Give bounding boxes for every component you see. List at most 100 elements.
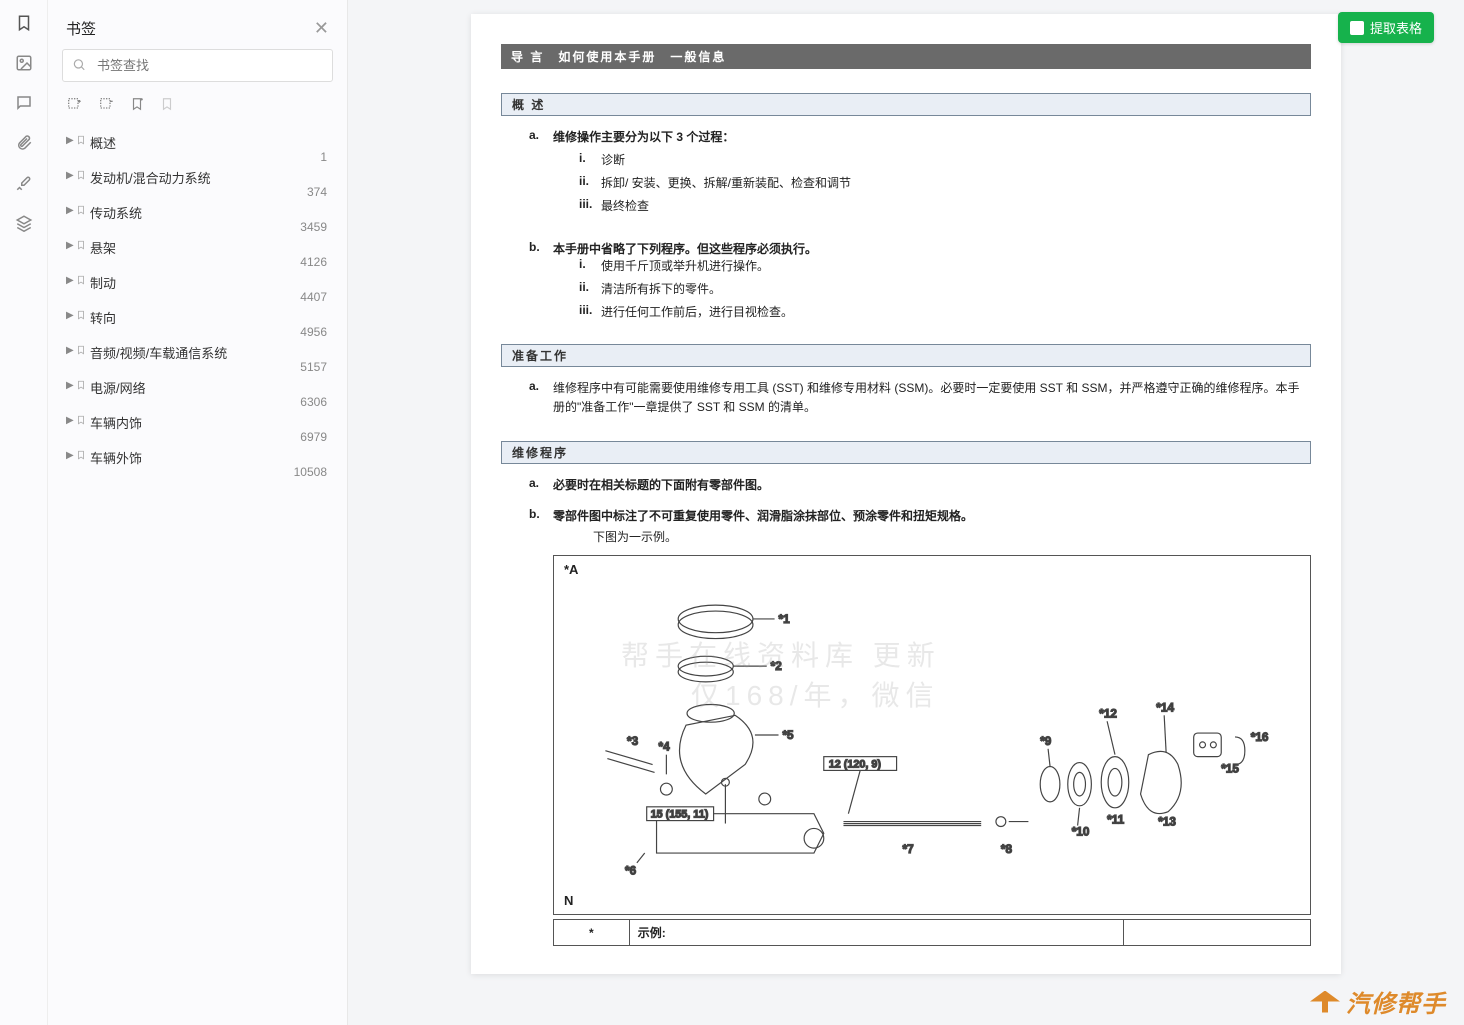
example-table: *示例: (553, 919, 1311, 946)
table-cell (1124, 920, 1311, 946)
bookmark-small-icon (76, 414, 86, 429)
bookmark-label: 发动机/混合动力系统 (90, 171, 211, 186)
image-icon[interactable] (13, 52, 35, 74)
svg-text:*7: *7 (902, 842, 914, 856)
bookmark-item[interactable]: ▶传动系统3459 (62, 195, 333, 230)
bookmark-outline-icon[interactable] (160, 96, 174, 115)
bookmark-item[interactable]: ▶概述1 (62, 125, 333, 160)
section-preparation: 准备工作 (501, 344, 1311, 367)
caret-icon: ▶ (66, 205, 74, 216)
text-prep-a: 维修程序中有可能需要使用维修专用工具 (SST) 和维修专用材料 (SSM)。必… (553, 381, 1299, 414)
bookmark-small-icon (76, 274, 86, 289)
diagram-label-a: *A (564, 562, 578, 577)
table-icon (1350, 21, 1364, 35)
diagram-label-n: N (564, 893, 573, 908)
page-title-bar: 导 言 如何使用本手册 一般信息 (501, 44, 1311, 69)
svg-text:*9: *9 (1040, 734, 1052, 748)
svg-text:*5: *5 (782, 728, 794, 742)
bookmark-small-icon (76, 379, 86, 394)
caret-icon: ▶ (66, 240, 74, 251)
svg-text:*10: *10 (1072, 825, 1090, 839)
text-b1-iii: 进行任何工作前后，进行目视检查。 (601, 305, 793, 319)
bookmark-item[interactable]: ▶发动机/混合动力系统374 (62, 160, 333, 195)
search-icon (72, 57, 86, 74)
bookmark-item[interactable]: ▶电源/网络6306 (62, 370, 333, 405)
bookmark-item[interactable]: ▶制动4407 (62, 265, 333, 300)
caret-icon: ▶ (66, 380, 74, 391)
bookmark-plus-icon[interactable] (130, 96, 144, 115)
svg-text:*4: *4 (659, 740, 671, 754)
bookmark-small-icon (76, 309, 86, 324)
section-overview: 概 述 (501, 93, 1311, 116)
bookmark-label: 音频/视频/车载通信系统 (90, 346, 227, 361)
svg-text:*1: *1 (779, 612, 791, 626)
svg-text:12 (120, 9): 12 (120, 9) (829, 759, 882, 771)
add-bookmark-icon[interactable] (66, 96, 82, 115)
bookmark-small-icon (76, 204, 86, 219)
bookmark-item[interactable]: ▶音频/视频/车载通信系统5157 (62, 335, 333, 370)
svg-text:*16: *16 (1251, 730, 1269, 744)
bookmark-label: 车辆内饰 (90, 416, 142, 431)
remove-bookmark-icon[interactable] (98, 96, 114, 115)
bookmark-label: 转向 (90, 311, 116, 326)
svg-text:*12: *12 (1099, 707, 1117, 721)
bookmarks-sidebar: 书签 ✕ ▶概述1▶发动机/混合动力系统374▶传动系统3459▶悬架4126▶… (48, 0, 348, 1025)
parts-diagram: *A *1 *2 *4 *3 *5 (553, 555, 1311, 915)
exploded-view-svg: *1 *2 *4 *3 *5 *6 (568, 566, 1296, 904)
bookmark-toolbar (48, 92, 347, 125)
svg-text:*3: *3 (627, 734, 639, 748)
caret-icon: ▶ (66, 345, 74, 356)
layers-icon[interactable] (13, 212, 35, 234)
bookmark-small-icon (76, 239, 86, 254)
extract-table-button[interactable]: 提取表格 (1338, 12, 1434, 43)
attachment-icon[interactable] (13, 132, 35, 154)
bookmark-small-icon (76, 344, 86, 359)
text-b1-i: 使用千斤顶或举升机进行操作。 (601, 259, 769, 273)
text-a1-ii: 拆卸/ 安装、更换、拆解/重新装配、检查和调节 (601, 176, 851, 190)
bookmark-label: 传动系统 (90, 206, 142, 221)
text-proc-b: 零部件图中标注了不可重复使用零件、润滑脂涂抹部位、预涂零件和扭矩规格。 (553, 509, 973, 523)
bookmark-search (62, 49, 333, 82)
svg-text:*6: *6 (625, 864, 637, 878)
bookmark-label: 悬架 (90, 241, 116, 256)
bookmark-label: 电源/网络 (90, 381, 146, 396)
bookmark-tree: ▶概述1▶发动机/混合动力系统374▶传动系统3459▶悬架4126▶制动440… (48, 125, 347, 1025)
svg-text:*15: *15 (1221, 762, 1239, 776)
bookmark-page: 10508 (294, 465, 327, 479)
caret-icon: ▶ (66, 310, 74, 321)
caret-icon: ▶ (66, 135, 74, 146)
caret-icon: ▶ (66, 415, 74, 426)
bookmark-item[interactable]: ▶车辆内饰6979 (62, 405, 333, 440)
icon-rail (0, 0, 48, 1025)
bookmark-label: 车辆外饰 (90, 451, 142, 466)
text-proc-a: 必要时在相关标题的下面附有零部件图。 (553, 478, 769, 492)
text-b1-ii: 清洁所有拆下的零件。 (601, 282, 721, 296)
svg-text:*2: *2 (771, 659, 783, 673)
svg-text:*8: *8 (1001, 842, 1013, 856)
text-a1-i: 诊断 (601, 153, 625, 167)
bookmark-item[interactable]: ▶车辆外饰10508 (62, 440, 333, 475)
text-proc-b-sub: 下图为一示例。 (553, 528, 1311, 545)
caret-icon: ▶ (66, 450, 74, 461)
caret-icon: ▶ (66, 170, 74, 181)
text-a1-iii: 最终检查 (601, 199, 649, 213)
bookmark-label: 制动 (90, 276, 116, 291)
bookmark-small-icon (76, 449, 86, 464)
comment-icon[interactable] (13, 92, 35, 114)
document-viewer[interactable]: 提取表格 导 言 如何使用本手册 一般信息 概 述 a.维修操作主要分为以下 3… (348, 0, 1464, 1025)
signature-icon[interactable] (13, 172, 35, 194)
bookmark-small-icon (76, 169, 86, 184)
caret-icon: ▶ (66, 275, 74, 286)
bookmark-icon[interactable] (13, 12, 35, 34)
bookmark-label: 概述 (90, 136, 116, 151)
text-b1: 本手册中省略了下列程序。但这些程序必须执行。 (553, 242, 817, 256)
bookmark-item[interactable]: ▶转向4956 (62, 300, 333, 335)
svg-text:*13: *13 (1158, 815, 1176, 829)
table-cell: 示例: (629, 920, 1124, 946)
svg-text:*11: *11 (1107, 813, 1125, 827)
svg-text:*14: *14 (1156, 701, 1174, 715)
close-icon[interactable]: ✕ (314, 18, 329, 39)
brand-icon (1310, 991, 1340, 1013)
bookmark-item[interactable]: ▶悬架4126 (62, 230, 333, 265)
search-input[interactable] (62, 49, 333, 82)
